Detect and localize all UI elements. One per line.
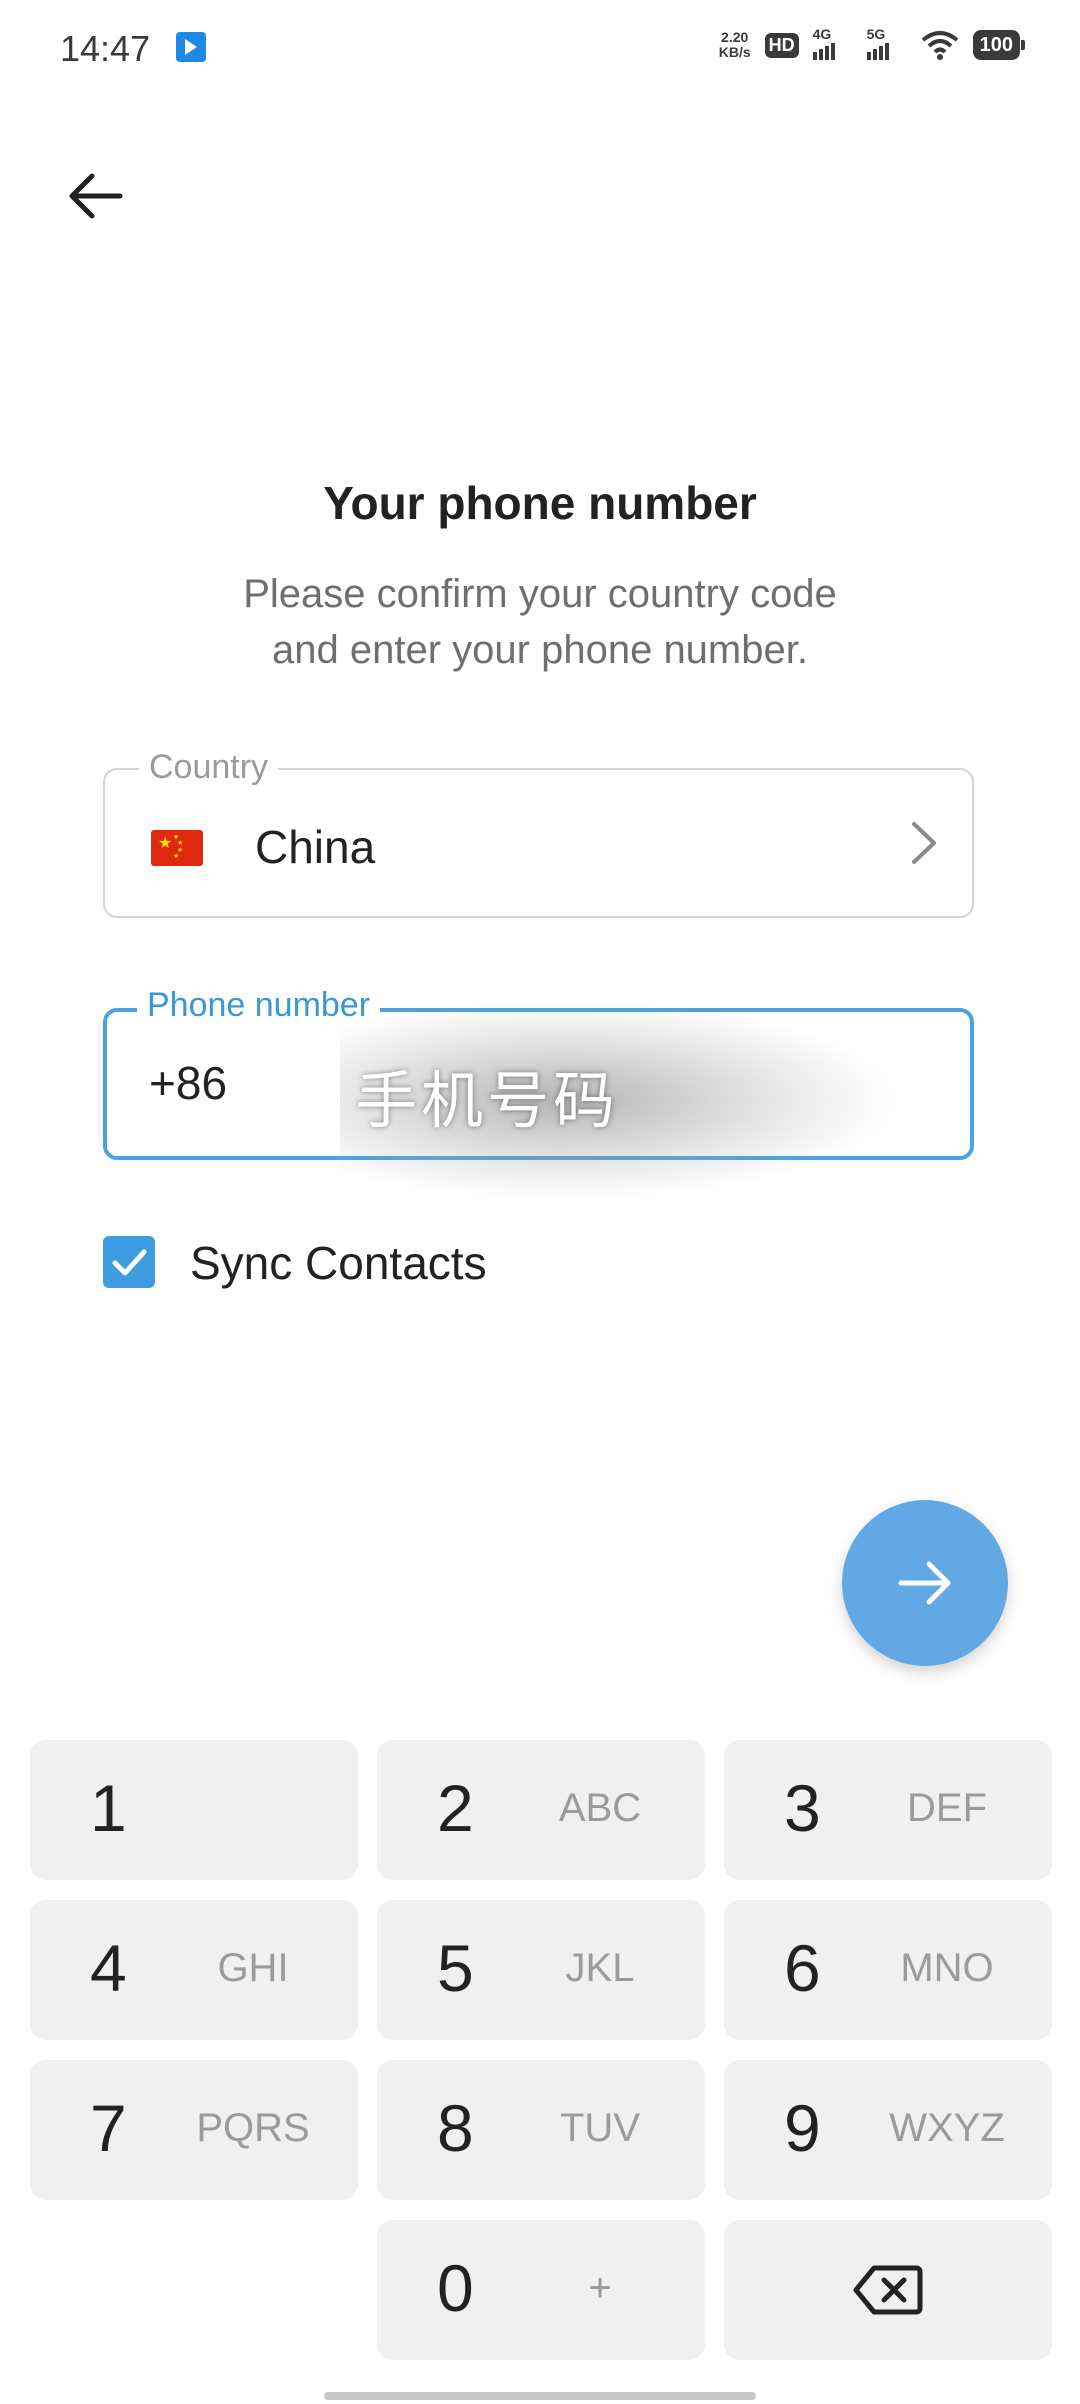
redaction-label: 手机号码 [355,1064,620,1137]
battery-icon: 100 [972,30,1026,60]
key-7[interactable]: 7 PQRS [30,2060,358,2200]
key-8[interactable]: 8 TUV [377,2060,705,2200]
sync-contacts-checkbox[interactable] [103,1236,155,1288]
app-notification-icon [176,32,206,62]
arrow-right-icon [898,1561,951,1605]
signal-5g-icon: 5G [866,26,907,60]
page-subtitle: Please confirm your country code and ent… [243,572,837,672]
key-6[interactable]: 6 MNO [724,1900,1052,2040]
key-0[interactable]: 0 + [377,2220,705,2360]
status-indicators: 2.20 KB/s HD 4G 5G 100 [718,26,1026,60]
checkmark-icon [112,1249,147,1276]
network-speed: 2.20 KB/s [718,29,751,60]
country-code-prefix[interactable]: +86 [149,1056,227,1110]
status-bar: 14:47 2.20 KB/s HD 4G 5G 100 [0,0,1080,96]
sync-contacts-label[interactable]: Sync Contacts [190,1236,487,1290]
arrow-left-icon [69,173,123,219]
backspace-icon [853,2265,923,2315]
key-1[interactable]: 1 [30,1740,358,1880]
key-5[interactable]: 5 JKL [377,1900,705,2040]
signal-4g-icon: 4G [812,26,853,60]
status-time: 14:47 [60,28,151,69]
country-selector[interactable]: Country ★ ★ ★ ★ ★ China [103,748,974,918]
next-button[interactable] [842,1500,1008,1666]
key-2[interactable]: 2 ABC [377,1740,705,1880]
wifi-icon [921,31,958,60]
page-title: Your phone number [323,477,757,529]
key-4[interactable]: 4 GHI [30,1900,358,2040]
chevron-right-icon [912,822,936,864]
key-3[interactable]: 3 DEF [724,1740,1052,1880]
hd-voice-icon: HD [764,32,799,58]
country-name: China [255,821,376,873]
home-indicator[interactable] [324,2392,756,2400]
key-9[interactable]: 9 WXYZ [724,2060,1052,2200]
backspace-key[interactable] [724,2220,1052,2360]
country-field-label: Country [139,748,279,787]
numeric-keypad: 1 2 ABC 3 DEF 4 GHI 5 JKL 6 MNO 7 PQRS 8… [0,1740,1080,2360]
back-button[interactable] [60,160,132,232]
china-flag-icon: ★ ★ ★ ★ ★ [151,830,203,866]
